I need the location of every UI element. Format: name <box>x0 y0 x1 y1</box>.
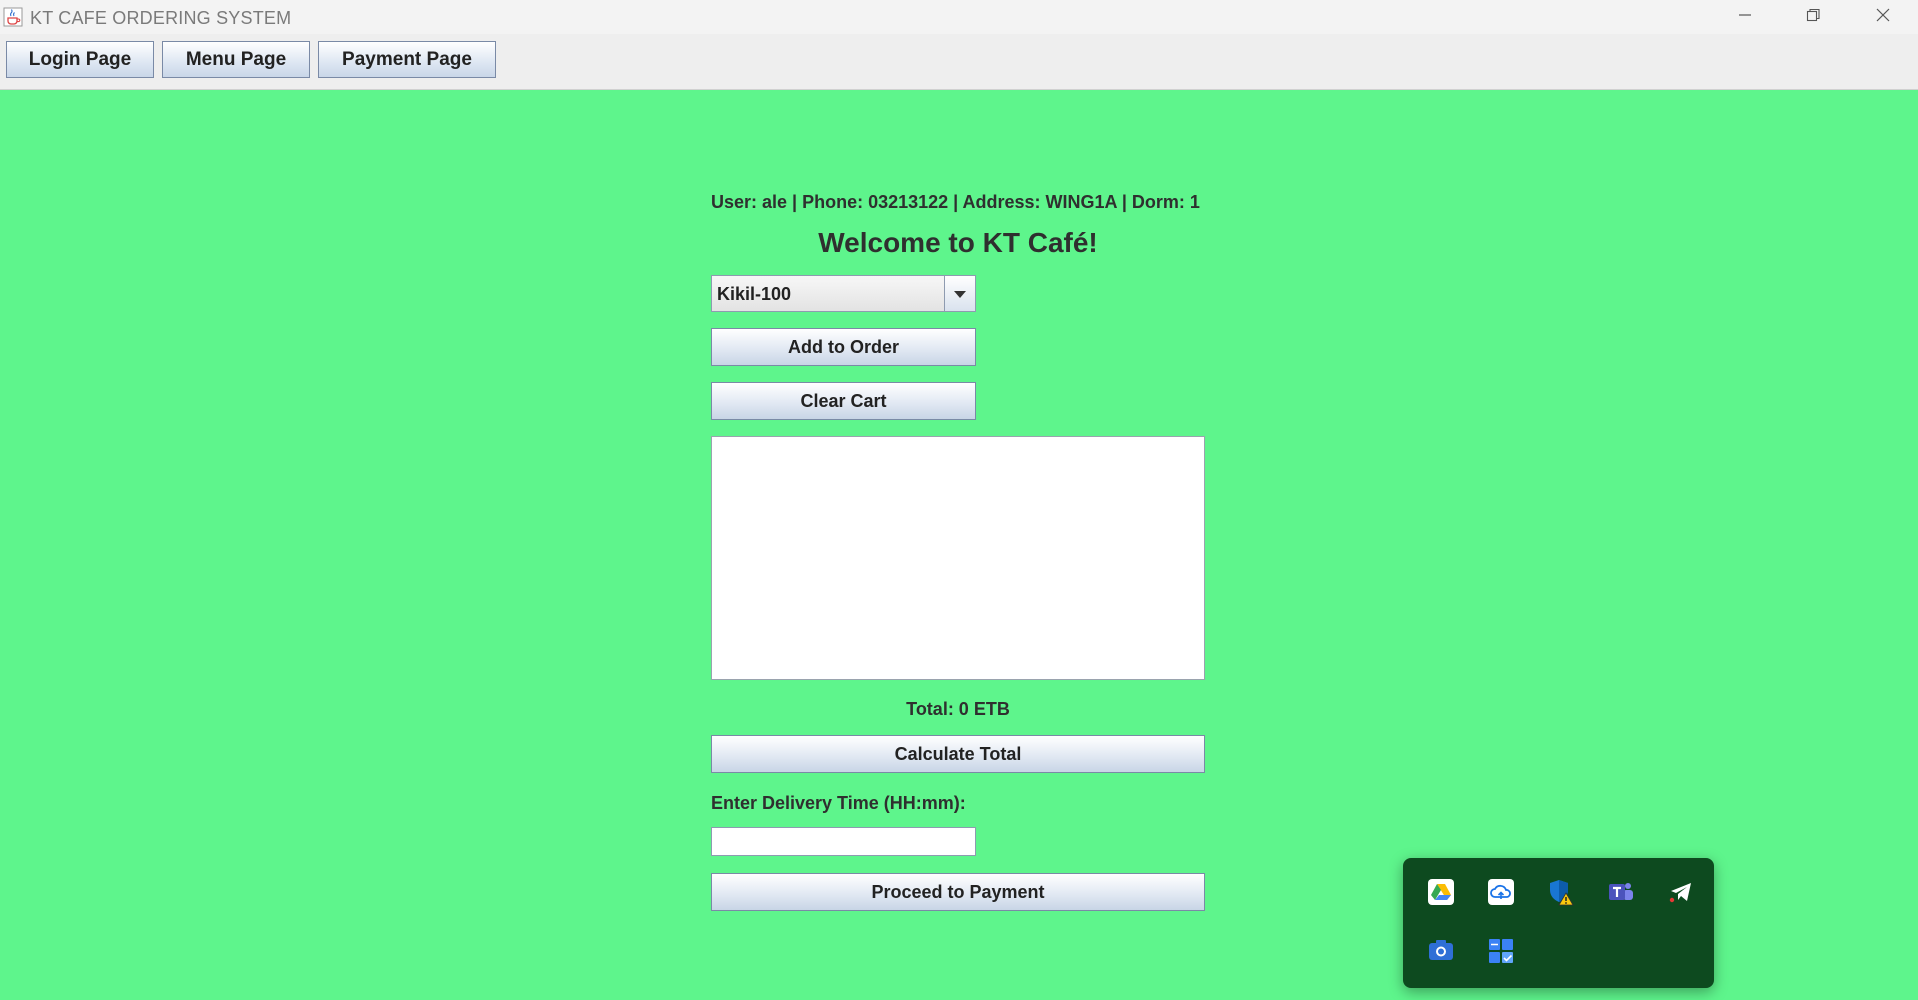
menu-page-button[interactable]: Menu Page <box>162 41 310 78</box>
app-window: KT CAFE ORDERING SYSTEM Login Page Menu … <box>0 0 1918 1000</box>
login-page-button[interactable]: Login Page <box>6 41 154 78</box>
camera-app-icon[interactable] <box>1427 937 1455 965</box>
clear-cart-button[interactable]: Clear Cart <box>711 382 976 420</box>
restore-icon <box>1805 7 1821 27</box>
google-drive-icon[interactable] <box>1427 878 1455 906</box>
title-bar: KT CAFE ORDERING SYSTEM <box>0 0 1918 34</box>
minimize-button[interactable] <box>1710 0 1780 34</box>
payment-page-button[interactable]: Payment Page <box>318 41 496 78</box>
close-icon <box>1875 7 1891 27</box>
window-title: KT CAFE ORDERING SYSTEM <box>30 8 292 28</box>
calculate-total-button[interactable]: Calculate Total <box>711 735 1205 773</box>
system-tray-flyout <box>1403 858 1714 988</box>
add-to-order-button[interactable]: Add to Order <box>711 328 976 366</box>
widget-app-icon[interactable] <box>1487 937 1515 965</box>
chevron-down-icon[interactable] <box>944 276 975 311</box>
telegram-icon[interactable] <box>1667 878 1695 906</box>
welcome-heading: Welcome to KT Café! <box>818 227 1098 258</box>
order-summary-textarea[interactable] <box>711 436 1205 680</box>
nav-bar: Login Page Menu Page Payment Page <box>0 34 1918 90</box>
java-cup-icon <box>3 7 23 27</box>
user-info-label: User: ale | Phone: 03213122 | Address: W… <box>711 192 1200 212</box>
dropdown-selected-value: Kikil-100 <box>717 284 792 304</box>
restore-button[interactable] <box>1778 0 1848 34</box>
proceed-to-payment-button[interactable]: Proceed to Payment <box>711 873 1205 911</box>
total-label: Total: 0 ETB <box>906 699 1010 719</box>
delivery-time-label: Enter Delivery Time (HH:mm): <box>711 793 966 813</box>
close-button[interactable] <box>1848 0 1918 34</box>
minimize-icon <box>1737 7 1753 27</box>
delivery-time-input[interactable] <box>711 827 976 856</box>
windows-security-warning-icon[interactable] <box>1547 878 1575 906</box>
onedrive-cloud-icon[interactable] <box>1487 878 1515 906</box>
teams-icon[interactable] <box>1607 878 1635 906</box>
menu-item-dropdown[interactable]: Kikil-100 <box>711 275 976 312</box>
